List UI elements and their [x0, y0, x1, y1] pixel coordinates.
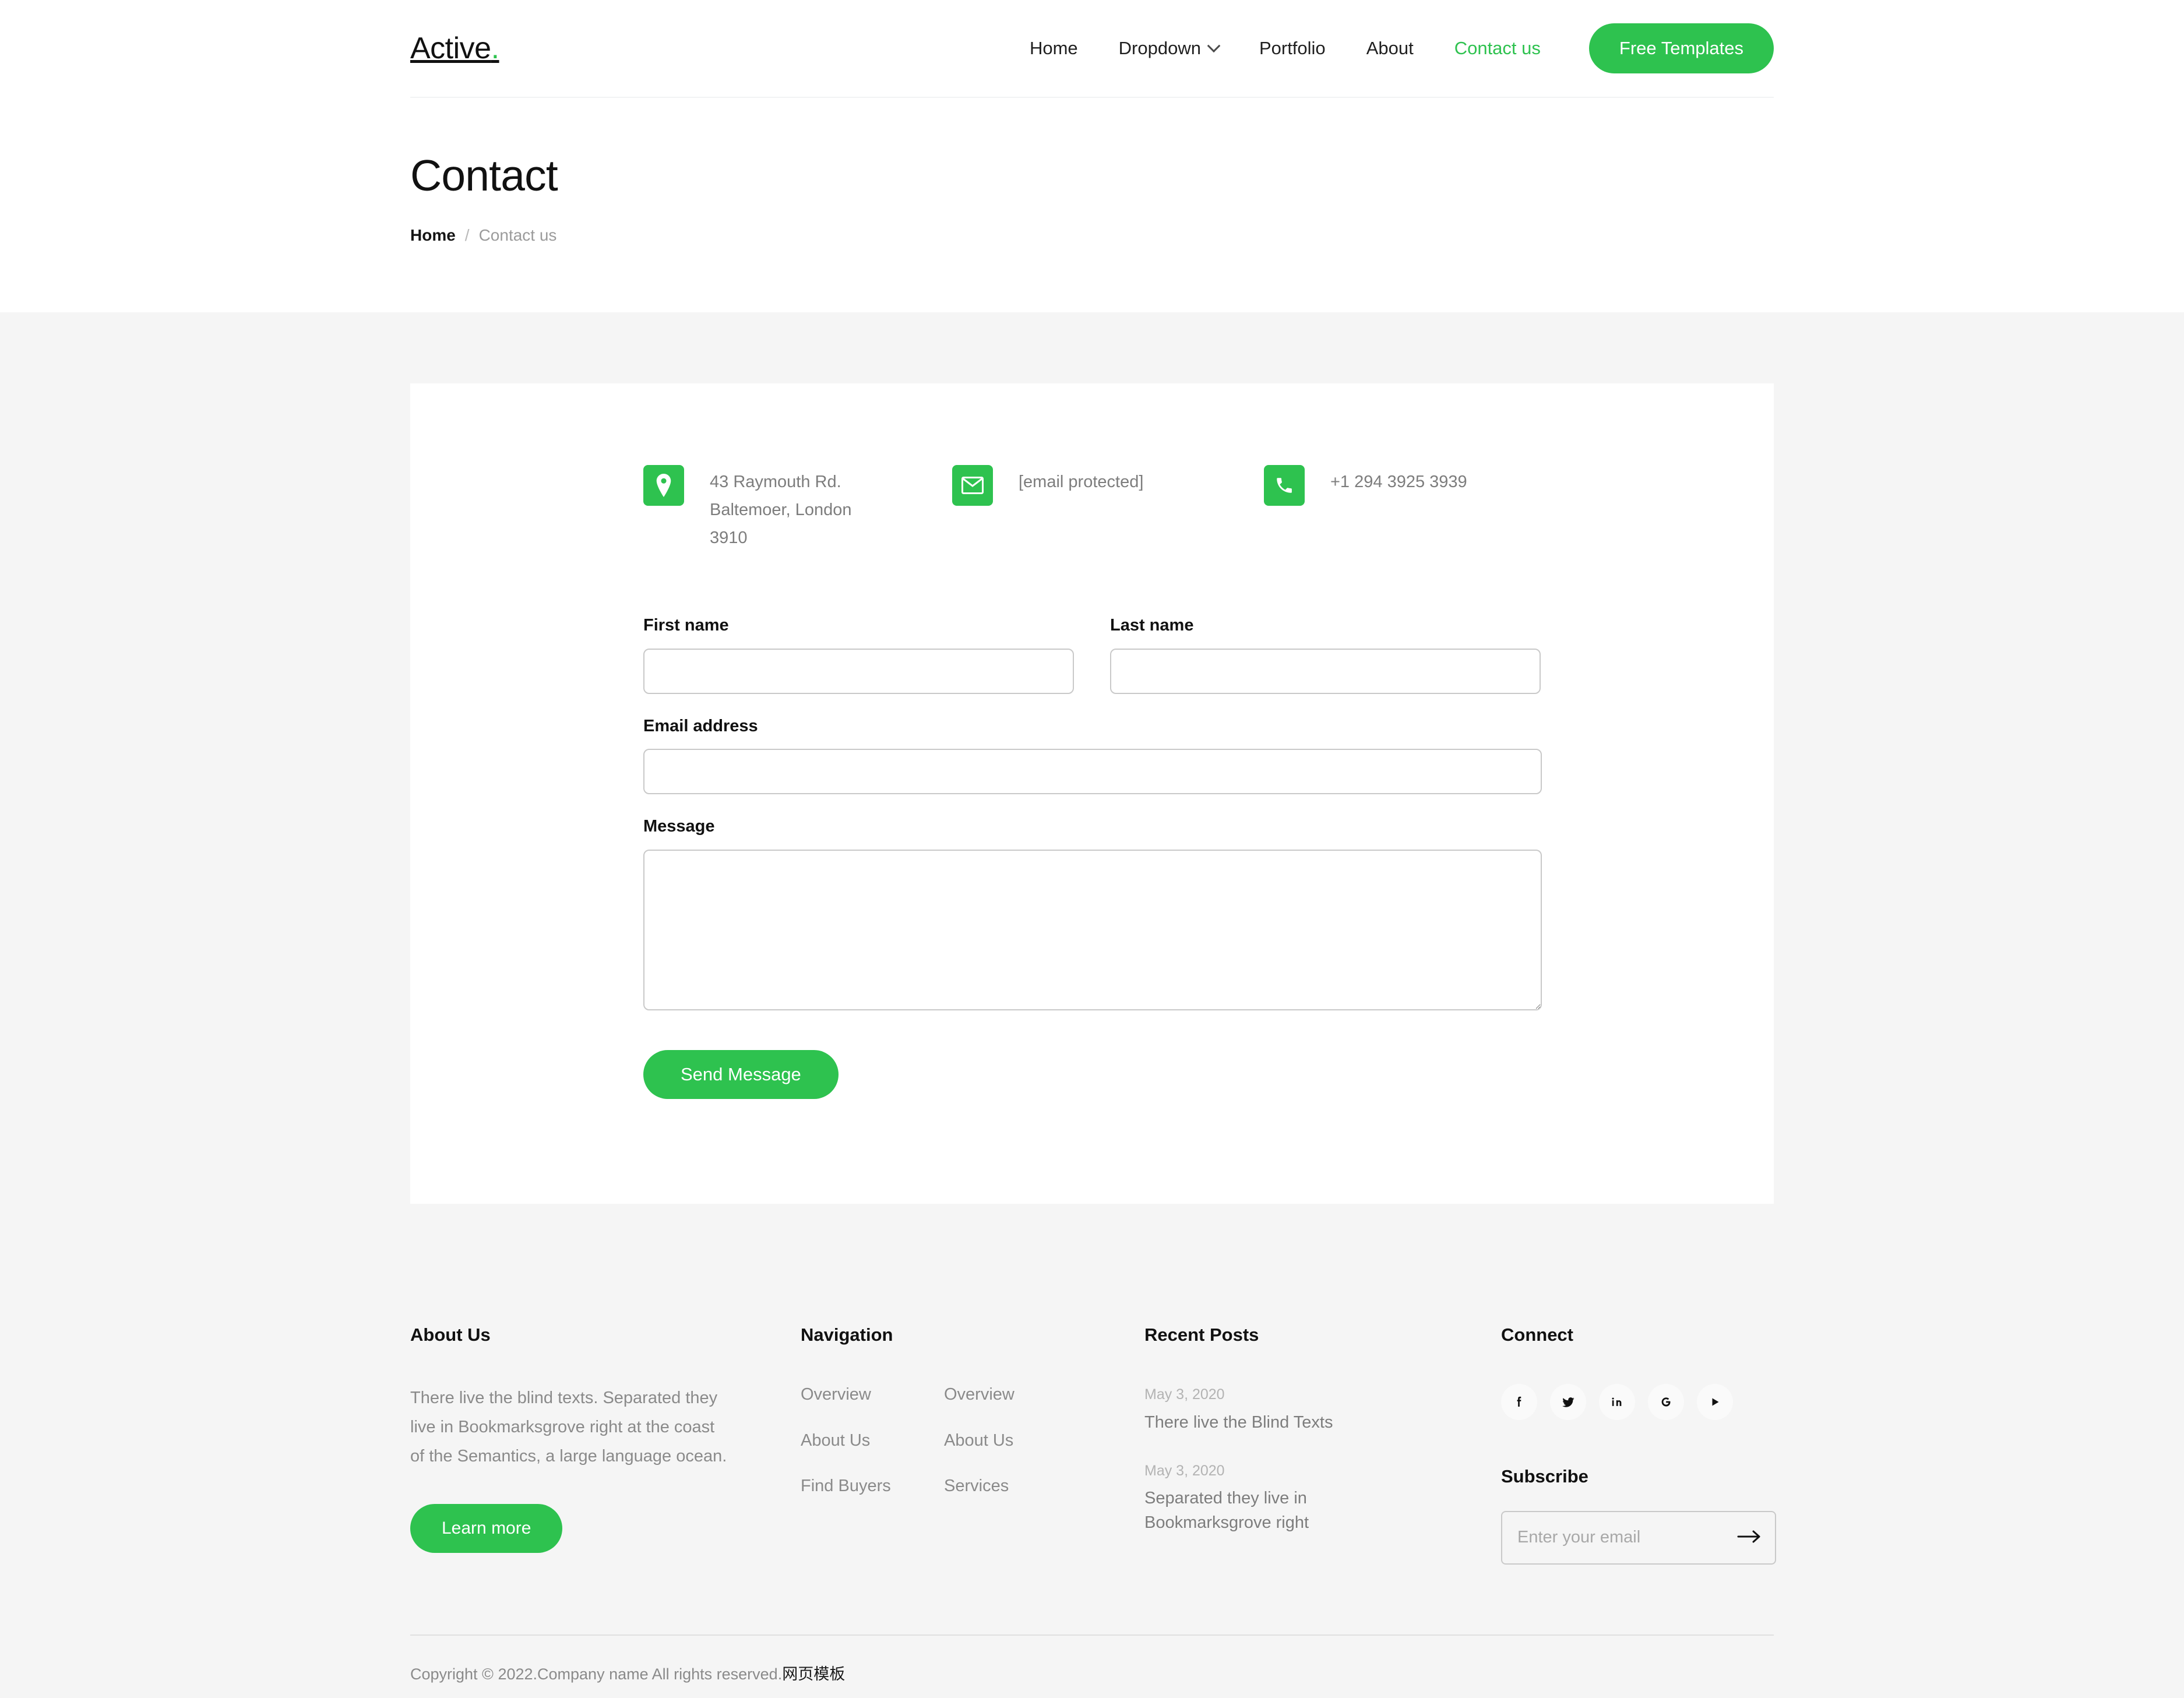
nav-item-label: Dropdown: [1118, 38, 1201, 58]
name-fields-row: First name Last name: [643, 615, 1541, 716]
nav-item-label: Home: [1029, 38, 1078, 58]
breadcrumb-current: Contact us: [478, 226, 557, 245]
last-name-group: Last name: [1110, 615, 1541, 694]
footer-navigation-column: Navigation Overview About Us Find Buyers…: [801, 1324, 1144, 1521]
subscribe-email-input[interactable]: [1517, 1528, 1737, 1548]
main-navigation: Home Dropdown Portfolio About Contact us…: [1009, 23, 1774, 73]
page-hero: Contact Home / Contact us: [0, 98, 2184, 313]
footer-nav-link-about-us[interactable]: About Us: [801, 1430, 944, 1451]
footer-connect-column: Connect Subscribe Enter your email: [1501, 1324, 1776, 1565]
learn-more-button[interactable]: Learn more: [410, 1503, 563, 1553]
copyright: Copyright © 2022.Company name All rights…: [410, 1636, 1774, 1698]
recent-post-title[interactable]: There live the Blind Texts: [1144, 1410, 1389, 1435]
footer-recent-posts-heading: Recent Posts: [1144, 1324, 1259, 1345]
youtube-play-icon[interactable]: [1697, 1384, 1733, 1421]
chevron-down-icon: [1207, 39, 1221, 53]
contact-info-email: [email protected]: [952, 465, 1264, 506]
nav-item-label: Portfolio: [1259, 38, 1326, 58]
copyright-text: Copyright © 2022.Company name All rights…: [410, 1665, 783, 1683]
nav-item-portfolio[interactable]: Portfolio: [1239, 38, 1346, 59]
subscribe-form: [1501, 1510, 1776, 1565]
first-name-label: First name: [643, 615, 729, 635]
page-root: Active. Home Dropdown Portfolio About Co…: [0, 0, 2184, 1698]
footer-nav-list-1: Overview About Us Find Buyers: [801, 1384, 944, 1521]
nav-item-label: Contact us: [1454, 38, 1541, 58]
nav-item-about[interactable]: About: [1346, 38, 1434, 59]
brand-logo[interactable]: Active.: [410, 33, 499, 64]
message-group: Message: [643, 816, 1542, 1011]
recent-post-item: May 3, 2020 There live the Blind Texts: [1144, 1384, 1389, 1434]
recent-post-date: May 3, 2020: [1144, 1386, 1225, 1403]
email-label: Email address: [643, 716, 758, 735]
address-text: 43 Raymouth Rd. Baltemoer, London 3910: [710, 473, 852, 547]
send-message-button[interactable]: Send Message: [643, 1050, 839, 1100]
recent-post-item: May 3, 2020 Separated they live in Bookm…: [1144, 1460, 1389, 1535]
breadcrumb-home-link[interactable]: Home: [410, 226, 456, 245]
recent-post-date: May 3, 2020: [1144, 1462, 1225, 1479]
google-icon[interactable]: [1648, 1384, 1684, 1421]
site-header: Active. Home Dropdown Portfolio About Co…: [0, 0, 2184, 98]
footer-nav-list-2: Overview About Us Services: [944, 1384, 1087, 1521]
contact-section: 43 Raymouth Rd. Baltemoer, London 3910 […: [0, 312, 2184, 1204]
linkedin-icon[interactable]: [1599, 1384, 1635, 1421]
footer-about-heading: About Us: [410, 1324, 491, 1345]
copyright-link[interactable]: 网页模板: [782, 1665, 845, 1683]
nav-item-contact-us[interactable]: Contact us: [1434, 38, 1561, 59]
twitter-icon[interactable]: [1550, 1384, 1586, 1421]
page-title: Contact: [410, 151, 558, 200]
envelope-icon: [952, 465, 993, 506]
phone-icon: [1264, 465, 1305, 506]
footer-nav-link-about-us-2[interactable]: About Us: [944, 1430, 1087, 1451]
contact-info-address: 43 Raymouth Rd. Baltemoer, London 3910: [643, 465, 952, 552]
footer-nav-link-services[interactable]: Services: [944, 1475, 1087, 1496]
facebook-icon[interactable]: [1501, 1384, 1537, 1421]
first-name-input[interactable]: [643, 648, 1074, 694]
email-text: [email protected]: [1019, 473, 1144, 492]
phone-text: +1 294 3925 3939: [1330, 473, 1467, 492]
email-input[interactable]: [643, 749, 1542, 795]
footer-columns: About Us There live the blind texts. Sep…: [410, 1324, 1776, 1565]
subscribe-heading: Subscribe: [1501, 1466, 1588, 1487]
message-textarea[interactable]: [643, 850, 1542, 1011]
social-links: [1501, 1384, 1774, 1421]
last-name-input[interactable]: [1110, 648, 1541, 694]
arrow-right-icon: [1737, 1529, 1762, 1546]
nav-item-label: About: [1366, 38, 1414, 58]
breadcrumb-separator: /: [464, 226, 470, 245]
contact-info-row: 43 Raymouth Rd. Baltemoer, London 3910 […: [643, 465, 1541, 552]
footer-nav-link-find-buyers[interactable]: Find Buyers: [801, 1475, 944, 1496]
contact-card: 43 Raymouth Rd. Baltemoer, London 3910 […: [410, 383, 1774, 1204]
message-label: Message: [643, 817, 715, 836]
recent-post-title[interactable]: Separated they live in Bookmarksgrove ri…: [1144, 1486, 1389, 1535]
contact-form: First name Last name Email address Messa…: [643, 615, 1542, 1100]
map-pin-icon: [643, 465, 684, 506]
footer-navigation-heading: Navigation: [801, 1324, 893, 1345]
footer-about-column: About Us There live the blind texts. Sep…: [410, 1324, 801, 1553]
footer-nav-link-overview[interactable]: Overview: [801, 1384, 944, 1405]
contact-info-phone: +1 294 3925 3939: [1264, 465, 1532, 506]
footer-recent-posts-column: Recent Posts May 3, 2020 There live the …: [1144, 1324, 1501, 1560]
subscribe-submit-button[interactable]: [1737, 1525, 1762, 1551]
free-templates-button[interactable]: Free Templates: [1588, 23, 1774, 73]
email-group: Email address: [643, 716, 1542, 795]
footer-about-text: There live the blind texts. Separated th…: [410, 1389, 727, 1466]
footer-connect-heading: Connect: [1501, 1324, 1573, 1345]
site-footer: About Us There live the blind texts. Sep…: [0, 1204, 2184, 1698]
brand-dot: .: [491, 31, 499, 65]
nav-item-dropdown[interactable]: Dropdown: [1098, 38, 1239, 59]
nav-item-home[interactable]: Home: [1009, 38, 1098, 59]
brand-name: Active: [410, 31, 491, 65]
breadcrumb: Home / Contact us: [410, 226, 1774, 245]
footer-nav-link-overview-2[interactable]: Overview: [944, 1384, 1087, 1405]
last-name-label: Last name: [1110, 615, 1194, 635]
first-name-group: First name: [643, 615, 1074, 694]
